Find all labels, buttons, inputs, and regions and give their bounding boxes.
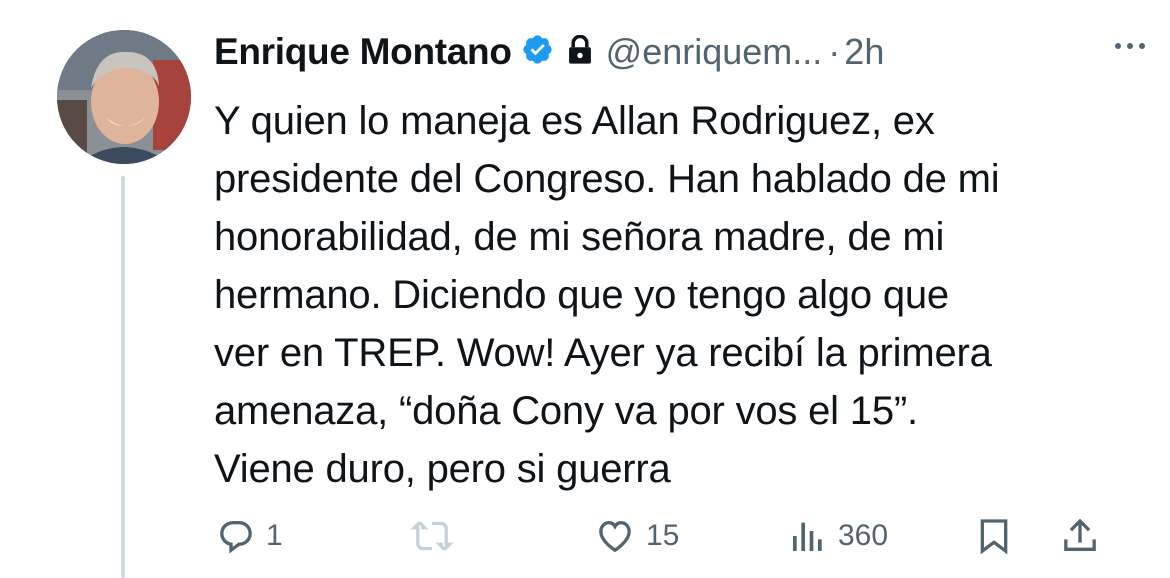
author-name[interactable]: Enrique Montano: [214, 31, 512, 73]
avatar[interactable]: [57, 30, 191, 164]
like-button[interactable]: 15: [594, 508, 679, 564]
reply-button[interactable]: 1: [216, 508, 283, 564]
author-handle[interactable]: @enriquem...: [606, 31, 823, 73]
reply-icon: [216, 516, 256, 556]
header-separator: ·: [828, 31, 841, 72]
views-button[interactable]: 360: [788, 508, 888, 564]
share-button[interactable]: [1060, 508, 1100, 564]
like-count: 15: [646, 519, 680, 552]
retweet-button: [410, 508, 454, 564]
retweet-icon: [410, 516, 454, 556]
bookmark-button[interactable]: [974, 508, 1014, 564]
lock-icon: [554, 34, 594, 70]
bookmark-icon: [974, 515, 1014, 557]
thread-line: [121, 176, 125, 578]
views-count: 360: [838, 519, 889, 552]
tweet-timestamp[interactable]: 2h: [844, 31, 884, 73]
reply-count: 1: [266, 519, 283, 552]
tweet-actions: 1 15 360: [214, 508, 1114, 564]
more-icon[interactable]: [1110, 36, 1150, 56]
like-icon: [594, 516, 636, 556]
share-icon: [1060, 515, 1100, 557]
tweet-text: Y quien lo maneja es Allan Rodriguez, ex…: [214, 99, 1000, 491]
tweet-header: Enrique Montano @enriquem... · 2h: [214, 26, 1154, 78]
views-icon: [788, 516, 828, 556]
verified-badge-icon: [512, 33, 554, 71]
